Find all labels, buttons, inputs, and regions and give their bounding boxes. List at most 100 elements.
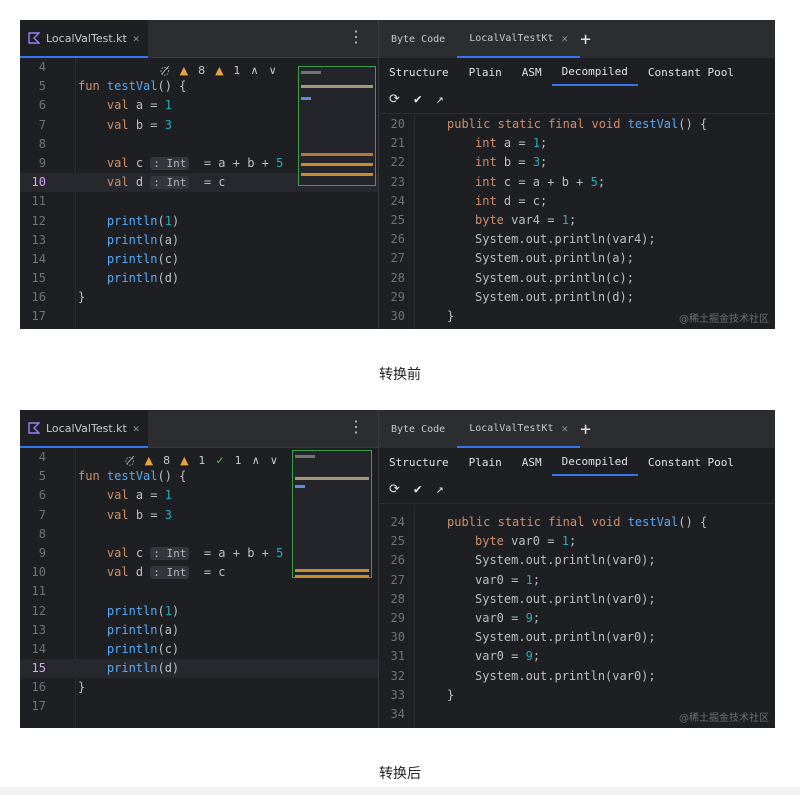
tab-asm[interactable]: ASM xyxy=(512,58,552,86)
tab-decompiled[interactable]: Decompiled xyxy=(551,58,638,86)
refresh-icon[interactable]: ⟳ xyxy=(389,482,400,497)
line-number: 11 xyxy=(31,584,46,599)
decompiled-line[interactable]: 24 int d = c; xyxy=(379,192,775,211)
add-tab-icon[interactable]: + xyxy=(580,29,591,50)
decompiled-line[interactable]: 24 public static final void testVal() { xyxy=(379,513,775,532)
code-line[interactable]: 13 println(a) xyxy=(20,231,378,250)
inspection-widget[interactable]: ◌̸ ▲ 8 ▲ 1 ∧ ∨ xyxy=(160,64,277,77)
close-icon[interactable]: ✕ xyxy=(561,422,568,435)
decompiled-line[interactable]: 23 int c = a + b + 5; xyxy=(379,173,775,192)
tab-class-file[interactable]: LocalValTestKt ✕ xyxy=(457,20,581,58)
line-number: 27 xyxy=(390,251,405,266)
code-line[interactable]: 17 xyxy=(20,307,378,326)
code-line[interactable]: 16} xyxy=(20,288,378,307)
code-line[interactable]: 12 println(1) xyxy=(20,212,378,231)
decompiled-line[interactable]: 28 System.out.println(c); xyxy=(379,269,775,288)
view-mode-tabs: Structure Plain ASM Decompiled Constant Pool xyxy=(379,448,775,476)
code-line[interactable]: 11 xyxy=(20,582,378,601)
decompiled-code: int d = c; xyxy=(475,193,548,208)
code-line[interactable]: 13 println(a) xyxy=(20,621,378,640)
decompiled-lines: 20 public static final void testVal() {21… xyxy=(379,115,775,326)
code-text: println(1) xyxy=(106,603,180,618)
minimap[interactable] xyxy=(292,450,372,578)
decompiled-line[interactable]: 25 byte var4 = 1; xyxy=(379,211,775,230)
decompiled-line[interactable]: 26 System.out.println(var4); xyxy=(379,230,775,249)
close-icon[interactable]: ✕ xyxy=(133,32,140,45)
decompiled-code: int a = 1; xyxy=(475,136,548,151)
code-line[interactable]: 14 println(c) xyxy=(20,640,378,659)
check-icon[interactable]: ✔ xyxy=(414,482,422,497)
inspection-widget[interactable]: ◌̸ ▲ 8 ▲ 1 ✓ 1 ∧ ∨ xyxy=(125,454,278,467)
tab-structure[interactable]: Structure xyxy=(379,58,459,86)
line-number: 12 xyxy=(31,213,46,228)
eye-off-icon[interactable]: ◌̸ xyxy=(160,64,170,77)
chevron-down-icon[interactable]: ∨ xyxy=(270,454,278,467)
tab-decompiled[interactable]: Decompiled xyxy=(551,448,638,476)
tab-byte-code[interactable]: Byte Code xyxy=(379,20,457,58)
line-number: 15 xyxy=(31,271,46,286)
tab-plain[interactable]: Plain xyxy=(459,448,512,476)
code-text: println(1) xyxy=(106,213,180,228)
decompiled-code: System.out.println(var0); xyxy=(475,553,656,568)
close-icon[interactable]: ✕ xyxy=(133,422,140,435)
decompiled-line[interactable]: 33} xyxy=(379,686,775,705)
code-line[interactable]: 15 println(d) xyxy=(20,659,378,679)
watermark: @稀土掘金技术社区 xyxy=(679,314,769,325)
code-line[interactable]: 15 println(d) xyxy=(20,269,378,288)
decompiled-line[interactable]: 30 System.out.println(var0); xyxy=(379,628,775,647)
decompiled-line[interactable]: 32 System.out.println(var0); xyxy=(379,667,775,686)
add-tab-icon[interactable]: + xyxy=(580,419,591,440)
refresh-icon[interactable]: ⟳ xyxy=(389,92,400,107)
code-line[interactable]: 11 xyxy=(20,192,378,211)
tab-class-label: LocalValTestKt xyxy=(469,32,554,44)
code-line[interactable]: 12 println(1) xyxy=(20,602,378,621)
tab-structure[interactable]: Structure xyxy=(379,448,459,476)
decompiled-line[interactable]: 27 var0 = 1; xyxy=(379,571,775,590)
watermark: @稀土掘金技术社区 xyxy=(679,713,769,724)
decompiled-code: System.out.println(c); xyxy=(475,270,634,285)
decompiled-line[interactable]: 26 System.out.println(var0); xyxy=(379,551,775,570)
tab-class-file[interactable]: LocalValTestKt ✕ xyxy=(457,410,581,448)
editor-file-tab[interactable]: LocalValTest.kt ✕ xyxy=(20,20,148,58)
tab-constant-pool[interactable]: Constant Pool xyxy=(638,448,744,476)
decompiled-line[interactable]: 27 System.out.println(a); xyxy=(379,249,775,268)
bytecode-tab-bar: Byte Code LocalValTestKt ✕ + xyxy=(379,20,775,58)
decompiled-line[interactable]: 22 int b = 3; xyxy=(379,153,775,172)
minimap[interactable] xyxy=(298,66,376,186)
chevron-up-icon[interactable]: ∧ xyxy=(252,454,260,467)
more-options-icon[interactable]: ⋮ xyxy=(348,29,364,45)
tab-byte-code[interactable]: Byte Code xyxy=(379,410,457,448)
line-number: 4 xyxy=(38,60,46,74)
editor-file-tab[interactable]: LocalValTest.kt ✕ xyxy=(20,410,148,448)
line-number: 8 xyxy=(38,526,46,541)
code-line[interactable]: 16} xyxy=(20,678,378,697)
eye-off-icon[interactable]: ◌̸ xyxy=(125,454,135,467)
more-options-icon[interactable]: ⋮ xyxy=(348,419,364,435)
code-text: val c : Int = a + b + 5 xyxy=(106,545,284,560)
code-line[interactable]: 14 println(c) xyxy=(20,250,378,269)
tab-constant-pool[interactable]: Constant Pool xyxy=(638,58,744,86)
code-line[interactable]: 17 xyxy=(20,697,378,716)
chevron-down-icon[interactable]: ∨ xyxy=(269,64,277,77)
line-number: 12 xyxy=(31,603,46,618)
close-icon[interactable]: ✕ xyxy=(561,32,568,45)
tab-plain[interactable]: Plain xyxy=(459,58,512,86)
editor-file-tab-label: LocalValTest.kt xyxy=(46,421,127,435)
code-text: println(c) xyxy=(106,251,180,266)
decompiled-line[interactable]: 29 System.out.println(d); xyxy=(379,288,775,307)
warning-icon: ▲ xyxy=(179,64,189,77)
decompiled-line[interactable]: 31 var0 = 9; xyxy=(379,647,775,666)
decompiled-line[interactable]: 21 int a = 1; xyxy=(379,134,775,153)
chevron-up-icon[interactable]: ∧ xyxy=(251,64,259,77)
tab-asm[interactable]: ASM xyxy=(512,448,552,476)
line-number: 17 xyxy=(31,309,46,324)
check-icon[interactable]: ✔ xyxy=(414,92,422,107)
ide-screenshot-after: LocalValTest.kt ✕ ⋮ 4 5 fun testVal() {6 v… xyxy=(20,410,775,728)
decompiled-line[interactable]: 28 System.out.println(var0); xyxy=(379,590,775,609)
open-external-icon[interactable]: ↗ xyxy=(436,92,444,107)
decompiled-line[interactable]: 20 public static final void testVal() { xyxy=(379,115,775,134)
decompiled-line[interactable]: 29 var0 = 9; xyxy=(379,609,775,628)
line-number: 14 xyxy=(31,251,46,266)
open-external-icon[interactable]: ↗ xyxy=(436,482,444,497)
decompiled-line[interactable]: 25 byte var0 = 1; xyxy=(379,532,775,551)
